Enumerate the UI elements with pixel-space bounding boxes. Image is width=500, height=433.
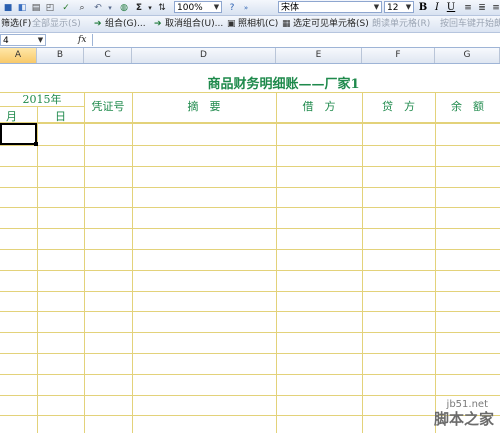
- grid-hline: [0, 311, 500, 313]
- grid-hline: [0, 353, 500, 354]
- balance-header: 余 额: [451, 100, 484, 113]
- name-box-value: 4: [3, 36, 9, 46]
- day-header: 日: [55, 110, 66, 123]
- grid-hline: [0, 165, 500, 167]
- chevron-down-icon[interactable]: ▼: [372, 2, 381, 12]
- filter-button[interactable]: 筛选(F): [1, 18, 31, 30]
- grid-vline: [37, 106, 38, 433]
- grid-hline: [0, 228, 500, 230]
- spellcheck-icon[interactable]: ✓: [60, 2, 72, 14]
- read-on-enter-button[interactable]: 按回车键开始朗读: [440, 18, 500, 30]
- hyperlink-icon[interactable]: ◍: [118, 2, 130, 14]
- custom-toolbar: 筛选(F) 全部显示(S) ➔ 组合(G)... ➔ 取消组合(U)... ▣ …: [0, 16, 500, 33]
- formula-bar: 4 ▼ fx: [0, 33, 500, 48]
- column-headers: A B C D E F G: [0, 48, 500, 64]
- grid-hline: [0, 186, 500, 188]
- align-center-icon[interactable]: ≣: [476, 2, 488, 14]
- ungroup-button[interactable]: 取消组合(U)...: [165, 18, 223, 30]
- align-left-icon[interactable]: ≡: [462, 2, 474, 14]
- zoom-value: 100%: [177, 3, 203, 13]
- grid-hline: [0, 249, 500, 250]
- chevron-down-icon[interactable]: ▼: [404, 2, 413, 12]
- grid-vline: [362, 92, 363, 433]
- grid-vline: [276, 92, 277, 433]
- print-icon[interactable]: ▤: [30, 2, 42, 14]
- toolbar-options-icon[interactable]: »: [240, 2, 252, 14]
- grid-hline: [0, 394, 500, 396]
- column-header-g[interactable]: G: [435, 48, 500, 63]
- column-header-e[interactable]: E: [276, 48, 362, 63]
- column-header-d[interactable]: D: [132, 48, 276, 63]
- grid-vline: [132, 92, 133, 433]
- read-cell-button[interactable]: 朗读单元格(R): [372, 18, 430, 30]
- italic-button[interactable]: I: [431, 2, 443, 14]
- column-header-a[interactable]: A: [0, 48, 37, 63]
- save-icon[interactable]: ■: [2, 2, 14, 14]
- month-header: 月: [6, 110, 17, 123]
- grid-hline: [0, 269, 500, 271]
- group-button[interactable]: 组合(G)...: [105, 18, 146, 30]
- print-preview-icon[interactable]: ◰: [44, 2, 56, 14]
- font-name-value: 宋体: [281, 3, 300, 13]
- fx-icon[interactable]: fx: [78, 34, 86, 46]
- standard-toolbar: ■ ◧ ▤ ◰ ✓ ⌕ ↶ ▾ ◍ Σ ▾ ⇅ 100% ▼ ? » 宋体 ▼ …: [0, 0, 500, 16]
- name-box[interactable]: 4 ▼: [0, 34, 46, 46]
- help-icon[interactable]: ?: [226, 2, 238, 14]
- column-header-b[interactable]: B: [37, 48, 84, 63]
- grid-hline: [0, 415, 500, 417]
- active-cell[interactable]: [0, 123, 38, 146]
- undo-icon[interactable]: ↶: [92, 2, 104, 14]
- camera-icon: ▣: [227, 19, 236, 29]
- watermark-name: 脚本之家: [433, 410, 494, 428]
- ledger-title: 商品财务明细账——厂家1: [207, 77, 360, 92]
- font-size-combo[interactable]: 12 ▼: [384, 1, 414, 13]
- sort-ascending-icon[interactable]: ⇅: [156, 2, 168, 14]
- voucher-header: 凭证号: [91, 100, 125, 113]
- align-right-icon[interactable]: ≡: [490, 2, 500, 14]
- permission-icon[interactable]: ◧: [16, 2, 28, 14]
- undo-dropdown-icon[interactable]: ▾: [104, 2, 116, 14]
- show-all-button[interactable]: 全部显示(S): [32, 18, 81, 30]
- group-arrow-icon: ➔: [94, 19, 102, 29]
- font-size-value: 12: [387, 3, 399, 13]
- chevron-down-icon[interactable]: ▼: [212, 2, 221, 12]
- grid-hline: [0, 145, 500, 146]
- year-header: 2015年: [22, 93, 62, 106]
- debit-header: 借 方: [302, 100, 336, 113]
- ungroup-arrow-icon: ➔: [154, 19, 162, 29]
- worksheet-grid[interactable]: 商品财务明细账——厂家1 2015年 月 日 凭证号 摘 要 借 方 贷 方 余…: [0, 64, 500, 433]
- zoom-combo[interactable]: 100% ▼: [174, 1, 222, 13]
- grid-hline: [0, 290, 500, 292]
- grid-hline: [0, 373, 500, 375]
- formula-input[interactable]: [92, 34, 499, 46]
- column-header-f[interactable]: F: [362, 48, 435, 63]
- autosum-dropdown-icon[interactable]: ▾: [144, 2, 156, 14]
- credit-header: 贷 方: [382, 100, 415, 113]
- select-visible-icon: ▦: [282, 19, 291, 29]
- font-name-combo[interactable]: 宋体 ▼: [278, 1, 382, 13]
- grid-hline: [0, 207, 500, 209]
- underline-button[interactable]: U: [445, 2, 457, 14]
- camera-button[interactable]: 照相机(C): [238, 18, 278, 30]
- grid-vline: [435, 92, 436, 433]
- grid-vline: [84, 92, 85, 433]
- chevron-down-icon[interactable]: ▼: [36, 35, 45, 45]
- research-icon[interactable]: ⌕: [76, 2, 88, 14]
- select-visible-button[interactable]: 选定可见单元格(S): [293, 18, 369, 30]
- summary-header: 摘 要: [187, 100, 221, 113]
- grid-hline: [0, 332, 500, 334]
- column-header-c[interactable]: C: [84, 48, 132, 63]
- bold-button[interactable]: B: [417, 2, 429, 14]
